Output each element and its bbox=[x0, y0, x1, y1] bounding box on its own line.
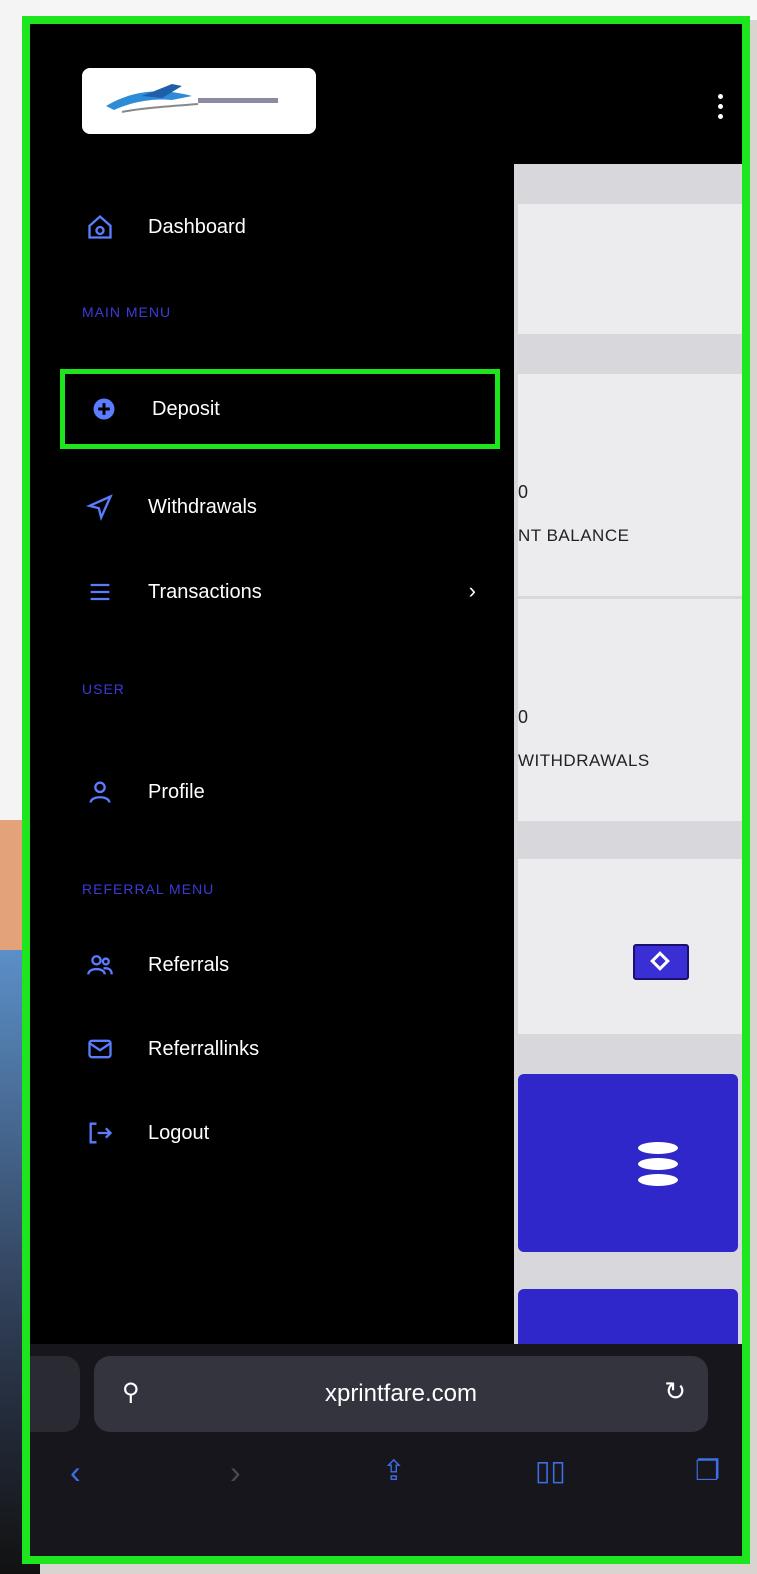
withdrawals-label: WITHDRAWALS bbox=[518, 751, 650, 770]
send-icon bbox=[80, 487, 120, 527]
list-icon bbox=[80, 572, 120, 612]
balance-value: 0 bbox=[518, 482, 529, 502]
share-icon[interactable]: ⇪ bbox=[382, 1454, 405, 1487]
nav-transactions[interactable]: Transactions › bbox=[56, 562, 496, 622]
section-user: USER bbox=[82, 681, 125, 697]
deposit-card[interactable] bbox=[518, 1074, 738, 1252]
nav-profile-label: Profile bbox=[148, 780, 205, 803]
forward-icon[interactable]: › bbox=[230, 1454, 241, 1491]
withdrawals-value: 0 bbox=[518, 707, 529, 727]
more-menu-icon[interactable] bbox=[718, 94, 724, 124]
mail-icon bbox=[80, 1029, 120, 1069]
users-icon bbox=[80, 945, 120, 985]
database-icon bbox=[638, 1142, 678, 1192]
top-bar bbox=[30, 24, 742, 159]
browser-toolbar: ‹ › ⇪ ▯▯ ❐ bbox=[30, 1444, 742, 1504]
bookmarks-icon[interactable]: ▯▯ bbox=[535, 1454, 566, 1487]
nav-logout[interactable]: Logout bbox=[56, 1103, 496, 1163]
airplane-logo-icon bbox=[106, 84, 278, 113]
money-card bbox=[518, 859, 742, 1034]
balance-label: NT BALANCE bbox=[518, 526, 630, 545]
side-drawer: Dashboard MAIN MENU Deposit Withdrawals … bbox=[30, 159, 514, 1359]
balance-card: 0 NT BALANCE bbox=[518, 374, 742, 596]
highlight-frame: 0 NT BALANCE 0 WITHDRAWALS Dashboard MAI… bbox=[22, 16, 750, 1564]
nav-deposit[interactable]: Deposit bbox=[60, 369, 500, 449]
chevron-right-icon: › bbox=[468, 578, 476, 603]
deposit-icon bbox=[84, 389, 124, 429]
nav-referral-links-label: Referrallinks bbox=[148, 1037, 260, 1060]
address-bar[interactable]: ⚲ xprintfare.com ↻ bbox=[94, 1356, 708, 1432]
logout-icon bbox=[80, 1113, 120, 1153]
browser-chrome: ⚲ xprintfare.com ↻ ‹ › ⇪ ▯▯ ❐ bbox=[30, 1344, 742, 1556]
nav-dashboard[interactable]: Dashboard bbox=[56, 197, 496, 257]
section-referral-menu: REFERRAL MENU bbox=[82, 881, 215, 897]
nav-transactions-label: Transactions bbox=[148, 580, 262, 603]
nav-deposit-label: Deposit bbox=[152, 397, 220, 420]
previous-tab-edge[interactable] bbox=[30, 1356, 80, 1432]
nav-referrals[interactable]: Referrals bbox=[56, 935, 496, 995]
money-icon bbox=[633, 944, 689, 980]
nav-referrals-label: Referrals bbox=[148, 953, 230, 976]
nav-referral-links[interactable]: Referrallinks bbox=[56, 1019, 496, 1079]
url-text: xprintfare.com bbox=[324, 1380, 478, 1407]
logo[interactable] bbox=[82, 68, 316, 134]
reload-icon[interactable]: ↻ bbox=[664, 1376, 686, 1407]
home-icon bbox=[80, 207, 120, 247]
user-icon bbox=[80, 772, 120, 812]
nav-dashboard-label: Dashboard bbox=[148, 215, 246, 238]
nav-withdrawals[interactable]: Withdrawals bbox=[56, 477, 496, 537]
withdrawals-card: 0 WITHDRAWALS bbox=[518, 599, 742, 821]
top-card bbox=[518, 204, 742, 334]
section-main-menu: MAIN MENU bbox=[82, 304, 172, 320]
nav-logout-label: Logout bbox=[148, 1121, 210, 1144]
nav-profile[interactable]: Profile bbox=[56, 762, 496, 822]
tabs-icon[interactable]: ❐ bbox=[695, 1454, 720, 1487]
nav-withdrawals-label: Withdrawals bbox=[148, 495, 257, 518]
back-icon[interactable]: ‹ bbox=[70, 1454, 81, 1491]
